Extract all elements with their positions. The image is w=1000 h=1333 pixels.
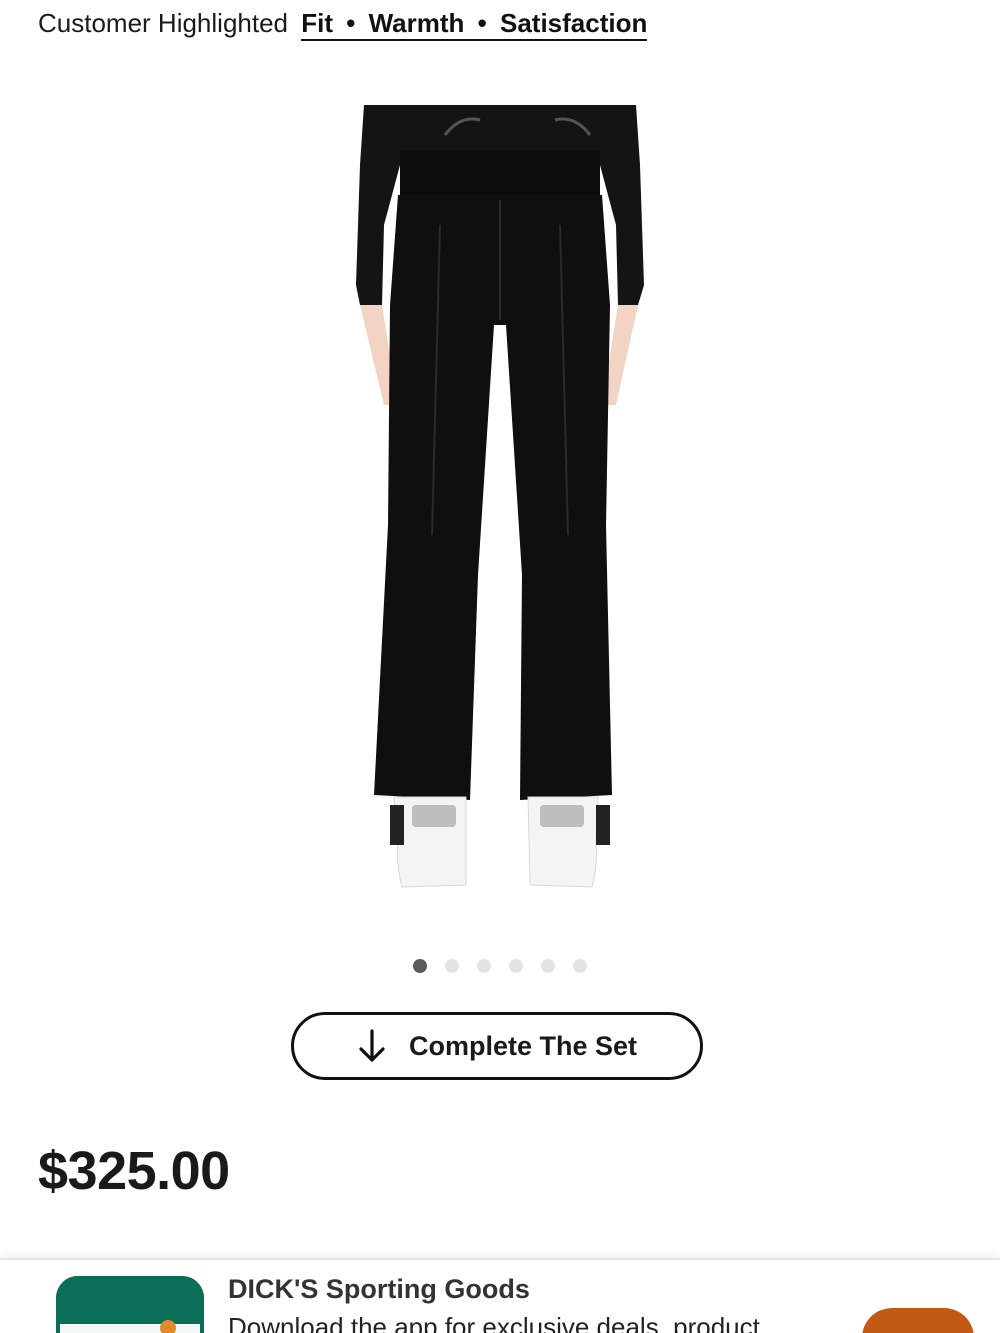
app-banner-title: DICK'S Sporting Goods (228, 1274, 530, 1304)
complete-the-set-label: Complete The Set (408, 1030, 638, 1061)
highlights-prefix: Customer Highlighted (38, 8, 289, 38)
carousel-dot-3[interactable] (477, 959, 491, 973)
product-image[interactable] (340, 105, 660, 905)
carousel-dot-6[interactable] (573, 959, 587, 973)
product-price: $325.00 (38, 1141, 230, 1201)
arrow-down-icon (359, 1029, 385, 1062)
highlight-tag-warmth: Warmth (368, 8, 465, 38)
carousel-dot-1[interactable] (413, 959, 427, 973)
get-app-button[interactable] (862, 1308, 974, 1333)
carousel-dot-4[interactable] (509, 959, 523, 973)
highlight-tag-satisfaction: Satisfaction (499, 8, 648, 38)
customer-highlights: Customer Highlighted Fit • Warmth • Sati… (38, 4, 648, 42)
product-page: Customer Highlighted Fit • Warmth • Sati… (0, 0, 1000, 1333)
highlight-separator: • (477, 8, 487, 38)
complete-the-set-button[interactable]: Complete The Set (291, 1012, 703, 1080)
carousel-dot-2[interactable] (445, 959, 459, 973)
image-carousel-dots (0, 959, 1000, 973)
highlight-separator: • (346, 8, 356, 38)
carousel-dot-5[interactable] (541, 959, 555, 973)
highlight-tag-fit: Fit (301, 8, 334, 38)
app-download-banner: DICK'S Sporting Goods Download the app f… (0, 1258, 1000, 1333)
dicks-app-logo-icon[interactable] (56, 1276, 204, 1333)
highlights-tags-link[interactable]: Fit • Warmth • Satisfaction (301, 8, 648, 41)
app-banner-description: Download the app for exclusive deals, pr… (228, 1312, 760, 1333)
